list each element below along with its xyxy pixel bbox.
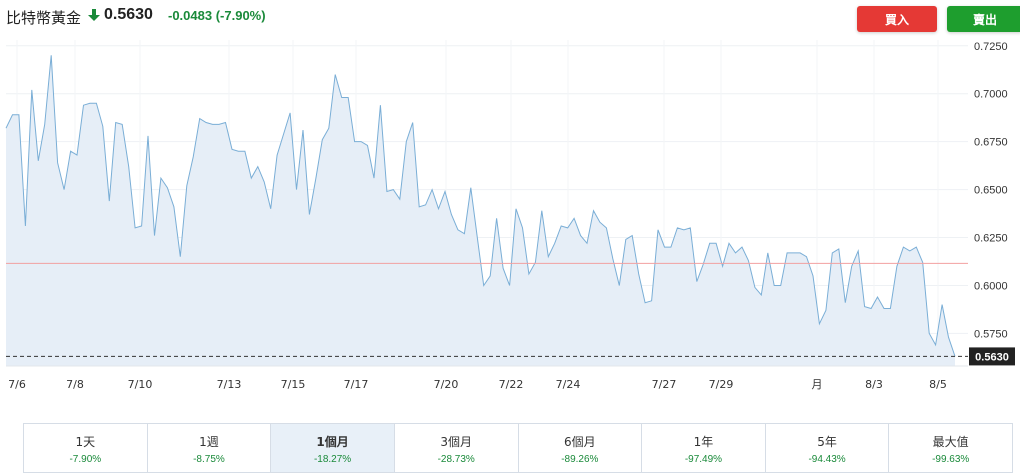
period-label: 5年 (817, 435, 837, 449)
x-tick-label: 7/24 (556, 378, 581, 391)
x-tick-label: 月 (812, 378, 823, 391)
change-percent: (-7.90%) (215, 8, 266, 23)
period-label: 6個月 (563, 435, 596, 449)
period-change: -8.75% (193, 454, 225, 465)
current-price: 0.5630 (104, 6, 153, 23)
period-change: -7.90% (69, 454, 102, 465)
y-tick-label: 0.6000 (974, 280, 1008, 292)
period-tab-4[interactable]: 6個月 -89.26% (518, 424, 643, 472)
period-tab-6[interactable]: 5年 -94.43% (765, 424, 890, 472)
change-value: -0.0483 (168, 8, 213, 23)
x-tick-label: 7/6 (8, 378, 26, 391)
x-tick-label: 7/13 (217, 378, 242, 391)
x-tick-label: 7/8 (66, 378, 84, 391)
y-tick-label: 0.7000 (974, 89, 1008, 101)
period-change: -28.73% (437, 454, 475, 465)
period-label: 3個月 (440, 435, 472, 449)
period-label: 1週 (199, 435, 219, 449)
down-arrow-icon (88, 9, 100, 21)
period-tab-7[interactable]: 最大值 -99.63% (889, 424, 1012, 472)
x-tick-label: 7/15 (281, 378, 306, 391)
period-change: -18.27% (313, 454, 352, 465)
period-change: -94.43% (808, 454, 846, 465)
period-tab-1[interactable]: 1週 -8.75% (147, 424, 272, 472)
price-change: -0.0483 (-7.90%) (168, 8, 266, 23)
buy-button[interactable]: 買入 (857, 6, 937, 32)
price-chart-svg[interactable]: 0.7250 0.7000 0.6750 0.6500 0.6250 0.6000 0.57… (0, 40, 1020, 400)
x-tick-label: 7/22 (499, 378, 524, 391)
x-tick-label: 7/17 (344, 378, 369, 391)
x-tick-label: 8/5 (929, 378, 947, 391)
y-tick-label: 0.5750 (974, 328, 1008, 340)
y-tick-label: 0.6750 (974, 137, 1008, 149)
period-label: 最大值 (932, 435, 969, 449)
y-tick-label: 0.6250 (974, 233, 1008, 245)
sell-button[interactable]: 賣出 (947, 6, 1020, 32)
current-price-tag-label: 0.5630 (975, 351, 1009, 363)
x-tick-label: 8/3 (865, 378, 883, 391)
price-chart[interactable]: 0.7250 0.7000 0.6750 0.6500 0.6250 0.6000 0.57… (0, 40, 1020, 400)
period-tab-0[interactable]: 1天 -7.90% (24, 424, 148, 472)
x-tick-label: 7/10 (128, 378, 153, 391)
period-change: -89.26% (561, 454, 599, 465)
period-label: 1年 (693, 435, 714, 449)
y-tick-label: 0.7250 (974, 41, 1008, 53)
period-label: 1天 (75, 435, 96, 449)
quote-header: 比特幣黃金 0.5630 -0.0483 (-7.90%) 買入 賣出 (0, 0, 1020, 36)
period-tab-3[interactable]: 3個月 -28.73% (394, 424, 519, 472)
asset-name: 比特幣黃金 (6, 9, 82, 27)
period-selector: 1天 -7.90% 1週 -8.75% 1個月 -18.27% 3個月 -28.73% 6個月 -… (23, 423, 1013, 473)
period-change: -99.63% (932, 454, 970, 465)
y-tick-label: 0.6500 (974, 185, 1008, 197)
period-tab-2[interactable]: 1個月 -18.27% (271, 424, 395, 472)
period-change: -97.49% (684, 454, 723, 465)
period-tab-5[interactable]: 1年 -97.49% (642, 424, 766, 472)
price-area-fill (6, 55, 955, 367)
x-tick-label: 7/20 (434, 378, 459, 391)
period-label: 1個月 (316, 435, 349, 449)
x-tick-label: 7/27 (652, 378, 677, 391)
x-tick-label: 7/29 (709, 378, 734, 391)
